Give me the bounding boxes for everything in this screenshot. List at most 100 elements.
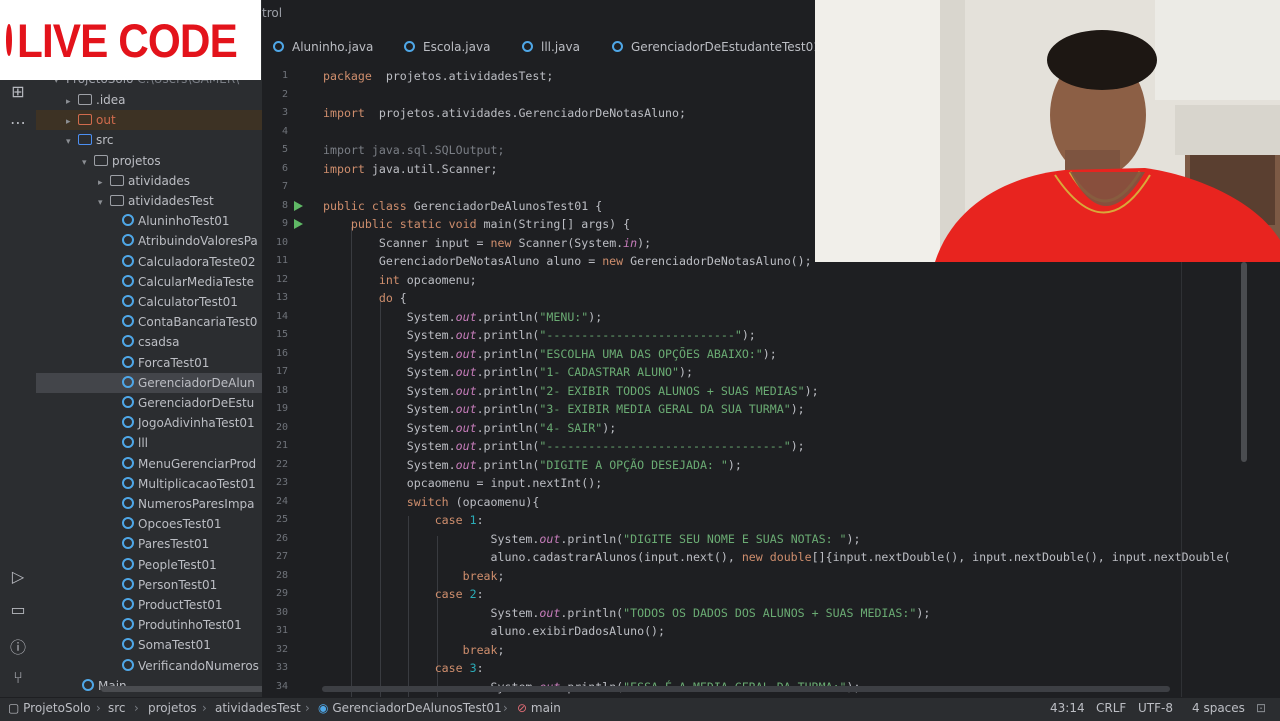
- breadcrumb-src[interactable]: src: [108, 701, 126, 715]
- tab-gerenciador-estudante[interactable]: GerenciadorDeEstudanteTest01.ja: [612, 40, 835, 54]
- code-token: int: [378, 272, 400, 287]
- tab-escola[interactable]: Escola.java: [404, 40, 490, 54]
- code-token: .println(: [476, 309, 540, 324]
- lock-icon[interactable]: ⊡: [1256, 701, 1266, 715]
- tree-item[interactable]: ▾ atividadesTest: [36, 191, 262, 211]
- code-token: );: [790, 439, 805, 453]
- code-token: System.: [323, 383, 456, 398]
- structure-icon[interactable]: ⊞: [0, 82, 36, 101]
- line-ending[interactable]: CRLF: [1096, 701, 1126, 715]
- code-line: import java.sql.SQLOutput;: [323, 141, 504, 159]
- tree-item[interactable]: ▸ out: [36, 110, 262, 132]
- tree-item[interactable]: AtribuindoValoresPa: [36, 231, 262, 251]
- tree-item[interactable]: GerenciadorDeAlun: [36, 372, 262, 393]
- code-token: .println(: [476, 439, 540, 453]
- tree-item[interactable]: lll: [36, 433, 262, 453]
- code-token: 3: [469, 661, 477, 675]
- run-icon[interactable]: [294, 219, 303, 229]
- code-token: out: [455, 402, 477, 416]
- code-token: out: [455, 328, 477, 342]
- problems-icon[interactable]: ⓘ: [0, 634, 36, 658]
- chevron-right-icon[interactable]: ▸: [66, 112, 78, 132]
- file-encoding[interactable]: UTF-8: [1138, 701, 1173, 715]
- tree-item[interactable]: ▾ src: [36, 130, 262, 150]
- tree-item-label: SomaTest01: [138, 638, 211, 653]
- code-token: aluno.exibirDadosAluno();: [323, 624, 666, 638]
- breadcrumb-method[interactable]: ⊘ main: [517, 701, 561, 715]
- tab-aluninho[interactable]: Aluninho.java: [273, 40, 373, 54]
- chevron-down-icon[interactable]: ▾: [82, 153, 94, 173]
- java-class-icon: [122, 497, 134, 509]
- tree-item[interactable]: ForcaTest01: [36, 353, 262, 373]
- code-token: out: [539, 531, 561, 546]
- source-folder-icon: [78, 134, 92, 146]
- tree-item[interactable]: VerificandoNumeros: [36, 656, 262, 676]
- tree-item[interactable]: CalculadoraTeste02: [36, 252, 262, 272]
- code-token: GerenciadorDeNotasAluno();: [623, 254, 812, 268]
- breadcrumb-project[interactable]: ▢ ProjetoSolo: [8, 701, 91, 715]
- tree-item[interactable]: ▸ atividades: [36, 171, 262, 191]
- chevron-right-icon[interactable]: ▸: [66, 92, 78, 112]
- tree-item[interactable]: MenuGerenciarProd: [36, 454, 262, 474]
- breadcrumb-projetos[interactable]: projetos: [148, 701, 197, 715]
- breadcrumb-class[interactable]: ◉ GerenciadorDeAlunosTest01: [318, 701, 502, 715]
- cursor-position[interactable]: 43:14: [1050, 701, 1085, 715]
- webcam-overlay: [815, 0, 1280, 262]
- code-line: opcaomenu = input.nextInt();: [323, 474, 602, 492]
- code-token: out: [455, 346, 477, 361]
- editor-hscrollbar[interactable]: [322, 686, 1170, 692]
- tree-item[interactable]: CalcularMediaTeste: [36, 272, 262, 292]
- tree-item[interactable]: NumerosParesImpa: [36, 494, 262, 514]
- tree-item[interactable]: ContaBancariaTest0: [36, 312, 262, 332]
- git-icon[interactable]: ⑂: [0, 668, 36, 687]
- code-token: .println(: [476, 328, 540, 342]
- code-token: System.: [323, 309, 456, 324]
- code-token: main(String[] args) {: [476, 217, 631, 231]
- java-class-icon: [122, 537, 134, 550]
- tree-item[interactable]: AluninhoTest01: [36, 211, 262, 231]
- line-number: 16: [275, 347, 288, 359]
- tree-item[interactable]: ParesTest01: [36, 534, 262, 554]
- code-token: case: [434, 587, 463, 601]
- tree-item[interactable]: PeopleTest01: [36, 555, 262, 575]
- tree-item-label: AluninhoTest01: [138, 214, 230, 229]
- tree-item[interactable]: MultiplicacaoTest01: [36, 474, 262, 494]
- code-token: do: [378, 291, 393, 305]
- tree-item[interactable]: ▾ projetos: [36, 151, 262, 171]
- tree-item[interactable]: PersonTest01: [36, 575, 262, 595]
- more-tools-icon[interactable]: ⋯: [0, 113, 36, 132]
- tree-item[interactable]: GerenciadorDeEstu: [36, 393, 262, 413]
- terminal-icon[interactable]: ▭: [0, 600, 36, 619]
- chevron-right-icon[interactable]: ▸: [98, 173, 110, 193]
- code-token: );: [588, 309, 603, 324]
- tree-item[interactable]: ProdutinhoTest01: [36, 615, 262, 635]
- tree-item-label: lll: [138, 436, 149, 451]
- chevron-down-icon[interactable]: ▾: [66, 132, 78, 152]
- breadcrumb-atividades-test[interactable]: atividadesTest: [215, 701, 301, 715]
- run-icon[interactable]: [294, 200, 303, 211]
- tree-item[interactable]: JogoAdivinhaTest01: [36, 413, 262, 433]
- tree-item[interactable]: ProductTest01: [36, 595, 262, 615]
- line-number: 33: [275, 662, 288, 673]
- tree-item[interactable]: csadsa: [36, 332, 262, 352]
- chevron-down-icon[interactable]: ▾: [98, 193, 110, 213]
- services-icon[interactable]: ▷: [0, 567, 36, 586]
- indent-setting[interactable]: 4 spaces: [1192, 701, 1245, 715]
- tree-item[interactable]: CalculatorTest01: [36, 292, 262, 312]
- tree-item[interactable]: OpcoesTest01: [36, 514, 262, 534]
- code-line: System.out.println("--------------------…: [323, 326, 756, 344]
- code-token: []{input.nextDouble(), input.nextDouble(…: [811, 550, 1231, 564]
- editor-vscrollbar[interactable]: [1241, 262, 1247, 462]
- code-line: public static void main(String[] args) {: [323, 215, 630, 233]
- tree-item[interactable]: SomaTest01: [36, 635, 262, 655]
- code-token: :: [476, 513, 484, 527]
- project-hscrollbar[interactable]: [101, 686, 262, 692]
- code-line: package projetos.atividadesTest;: [323, 67, 553, 85]
- tree-item[interactable]: ▸ .idea: [36, 90, 262, 110]
- code-token: .println(: [476, 383, 540, 398]
- tab-lll[interactable]: lll.java: [522, 40, 580, 54]
